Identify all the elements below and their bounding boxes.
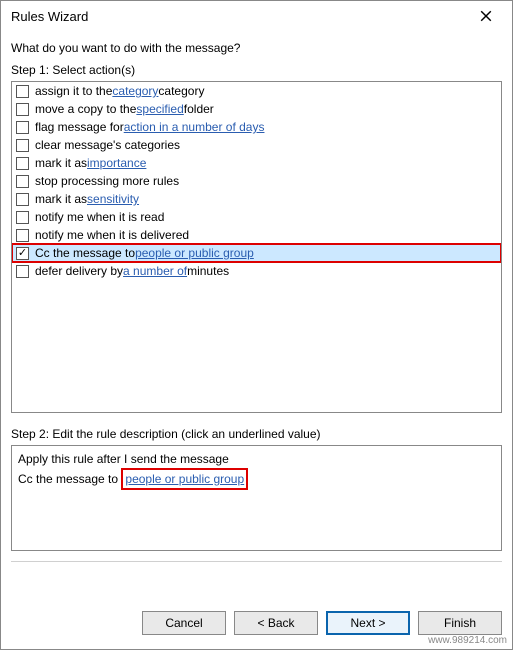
action-text: move a copy to the — [35, 102, 136, 116]
action-checkbox[interactable] — [16, 85, 29, 98]
action-row[interactable]: notify me when it is delivered — [12, 226, 501, 244]
action-text: flag message for — [35, 120, 124, 134]
action-link[interactable]: specified — [136, 102, 183, 116]
cancel-button[interactable]: Cancel — [142, 611, 226, 635]
action-row[interactable]: flag message for action in a number of d… — [12, 118, 501, 136]
action-row[interactable]: mark it as sensitivity — [12, 190, 501, 208]
action-checkbox[interactable] — [16, 265, 29, 278]
action-row[interactable]: move a copy to the specified folder — [12, 100, 501, 118]
action-text: stop processing more rules — [35, 174, 179, 188]
rule-description-box: Apply this rule after I send the message… — [11, 445, 502, 551]
action-row[interactable]: defer delivery by a number of minutes — [12, 262, 501, 280]
action-text: clear message's categories — [35, 138, 180, 152]
action-text: minutes — [187, 264, 229, 278]
action-row[interactable]: stop processing more rules — [12, 172, 501, 190]
action-text: notify me when it is delivered — [35, 228, 189, 242]
titlebar: Rules Wizard — [1, 1, 512, 31]
back-button[interactable]: < Back — [234, 611, 318, 635]
action-text: category — [158, 84, 204, 98]
action-text: folder — [184, 102, 214, 116]
action-checkbox[interactable] — [16, 193, 29, 206]
footer-separator — [11, 561, 502, 562]
description-line: Apply this rule after I send the message — [18, 450, 495, 468]
action-checkbox[interactable] — [16, 157, 29, 170]
finish-button[interactable]: Finish — [418, 611, 502, 635]
action-text: defer delivery by — [35, 264, 123, 278]
description-text: Cc the message to — [18, 472, 121, 486]
watermark: www.989214.com — [426, 635, 509, 646]
action-row[interactable]: mark it as importance — [12, 154, 501, 172]
window-title: Rules Wizard — [7, 9, 88, 24]
action-checkbox[interactable] — [16, 139, 29, 152]
action-text: notify me when it is read — [35, 210, 164, 224]
action-row[interactable]: notify me when it is read — [12, 208, 501, 226]
highlighted-link-box: people or public group — [121, 468, 248, 490]
action-link[interactable]: importance — [87, 156, 146, 170]
action-text: assign it to the — [35, 84, 112, 98]
action-checkbox[interactable] — [16, 121, 29, 134]
action-link[interactable]: sensitivity — [87, 192, 139, 206]
action-row[interactable]: assign it to the category category — [12, 82, 501, 100]
action-text: mark it as — [35, 192, 87, 206]
close-icon — [480, 10, 492, 22]
step2-label: Step 2: Edit the rule description (click… — [11, 427, 502, 441]
action-row[interactable]: Cc the message to people or public group — [12, 244, 501, 262]
prompt-label: What do you want to do with the message? — [11, 41, 502, 55]
action-checkbox[interactable] — [16, 247, 29, 260]
action-checkbox[interactable] — [16, 175, 29, 188]
next-button[interactable]: Next > — [326, 611, 410, 635]
action-text: Cc the message to — [35, 246, 135, 260]
actions-list[interactable]: assign it to the category categorymove a… — [11, 81, 502, 413]
action-checkbox[interactable] — [16, 103, 29, 116]
close-button[interactable] — [466, 2, 506, 30]
step1-label: Step 1: Select action(s) — [11, 63, 502, 77]
action-row[interactable]: clear message's categories — [12, 136, 501, 154]
action-link[interactable]: action in a number of days — [124, 120, 265, 134]
description-line: Cc the message to people or public group — [18, 468, 495, 490]
action-link[interactable]: category — [112, 84, 158, 98]
action-checkbox[interactable] — [16, 229, 29, 242]
action-link[interactable]: a number of — [123, 264, 187, 278]
rules-wizard-window: Rules Wizard What do you want to do with… — [0, 0, 513, 650]
dialog-content: What do you want to do with the message?… — [1, 31, 512, 601]
action-text: mark it as — [35, 156, 87, 170]
people-or-public-group-link[interactable]: people or public group — [125, 472, 244, 486]
action-checkbox[interactable] — [16, 211, 29, 224]
action-link[interactable]: people or public group — [135, 246, 254, 260]
